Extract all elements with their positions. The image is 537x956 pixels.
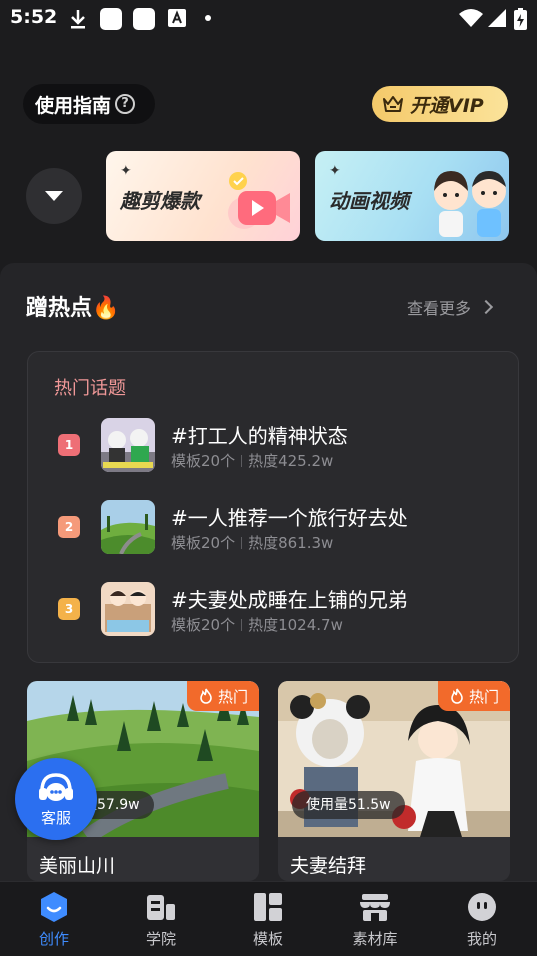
topic-template-count: 模板20个 — [171, 534, 236, 552]
topic-thumbnail — [101, 500, 155, 554]
tab-label: 学院 — [145, 930, 176, 948]
topic-heat: 热度1024.7w — [248, 616, 343, 634]
status-bar: 5:52 — [0, 0, 537, 36]
topic-name: #夫妻处成睡在上铺的兄弟 — [171, 588, 408, 612]
topic-template-count: 模板20个 — [171, 616, 236, 634]
template-icon — [254, 893, 282, 921]
notification-icon — [100, 8, 122, 30]
topic-heat: 热度861.3w — [248, 534, 334, 552]
usage-count: 使用量51.5w — [292, 791, 405, 819]
sparkle-icon: ✦ — [120, 163, 132, 179]
help-icon: ? — [115, 94, 136, 114]
topic-thumbnail — [101, 582, 155, 636]
fire-icon — [200, 688, 212, 704]
tab-profile[interactable]: 我的 — [442, 890, 522, 949]
app-icon — [168, 9, 186, 27]
cartoon-couple-icon — [434, 171, 506, 237]
topic-heat: 热度425.2w — [248, 452, 334, 470]
bottom-tab-bar: 创作 学院 模板 素材库 我的 — [0, 881, 537, 956]
create-icon — [41, 892, 67, 922]
hot-badge: 热门 — [187, 681, 259, 711]
more-notifications-icon — [205, 15, 211, 21]
headset-icon — [39, 772, 73, 801]
academy-icon — [147, 895, 175, 920]
tab-label: 创作 — [38, 930, 69, 948]
topic-meta: 模板20个 热度425.2w — [171, 450, 333, 471]
battery-icon — [514, 8, 527, 30]
tab-label: 模板 — [252, 930, 283, 948]
hot-topics-panel: 热门话题 1 #打工人的精神状态 模板20个 热度425.2w 2 #一人推荐一… — [27, 351, 519, 663]
sparkle-icon: ✦ — [329, 163, 341, 179]
topic-row[interactable]: 1 #打工人的精神状态 模板20个 热度425.2w — [28, 418, 518, 474]
crown-icon — [383, 96, 403, 112]
expand-button[interactable] — [26, 168, 82, 224]
tab-templates[interactable]: 模板 — [228, 890, 308, 949]
template-title: 美丽山川 — [39, 855, 116, 877]
template-title: 夫妻结拜 — [290, 855, 367, 877]
user-guide-label: 使用指南 — [35, 94, 112, 117]
rank-badge: 1 — [58, 434, 80, 456]
notification-icon — [133, 8, 155, 30]
hot-badge: 热门 — [438, 681, 510, 711]
customer-service-button[interactable]: 客服 — [15, 758, 97, 840]
divider — [241, 619, 243, 631]
topic-name: #打工人的精神状态 — [171, 424, 348, 448]
open-vip-button[interactable]: 开通VIP — [372, 86, 508, 122]
banner-title: 趣剪爆款 — [120, 189, 200, 213]
chevron-down-icon — [45, 191, 63, 201]
store-icon — [360, 894, 390, 921]
topic-meta: 模板20个 热度861.3w — [171, 532, 333, 553]
banner-title: 动画视频 — [329, 189, 409, 213]
tab-academy[interactable]: 学院 — [121, 890, 201, 949]
vip-label: 开通VIP — [410, 94, 484, 117]
divider — [241, 455, 243, 467]
template-card[interactable]: 热门 使用量51.5w 夫妻结拜 — [278, 681, 510, 881]
fire-icon — [451, 688, 463, 704]
wifi-icon — [459, 9, 483, 27]
customer-service-label: 客服 — [40, 808, 71, 827]
tab-label: 素材库 — [352, 930, 398, 948]
tab-material-library[interactable]: 素材库 — [335, 890, 415, 949]
user-guide-button[interactable]: 使用指南 ? — [23, 84, 155, 124]
hot-badge-label: 热门 — [468, 687, 499, 706]
see-more-label: 查看更多 — [407, 299, 472, 318]
see-more-link[interactable]: 查看更多 — [407, 295, 494, 319]
divider — [241, 537, 243, 549]
topic-template-count: 模板20个 — [171, 452, 236, 470]
hot-badge-label: 热门 — [217, 687, 248, 706]
rank-badge: 2 — [58, 516, 80, 538]
status-time: 5:52 — [10, 6, 58, 28]
topic-thumbnail — [101, 418, 155, 472]
signal-icon — [488, 9, 506, 27]
section-title-hot: 蹭热点🔥 — [26, 296, 120, 321]
chevron-right-icon — [478, 299, 494, 315]
profile-icon — [468, 893, 496, 921]
topic-row[interactable]: 2 #一人推荐一个旅行好去处 模板20个 热度861.3w — [28, 500, 518, 556]
topic-name: #一人推荐一个旅行好去处 — [171, 506, 408, 530]
banner-animation-video[interactable]: ✦ 动画视频 — [315, 151, 509, 241]
topic-row[interactable]: 3 #夫妻处成睡在上铺的兄弟 模板20个 热度1024.7w — [28, 582, 518, 638]
banner-trending-edit[interactable]: ✦ 趣剪爆款 — [106, 151, 300, 241]
rank-badge: 3 — [58, 598, 80, 620]
video-camera-icon — [228, 172, 290, 229]
tab-label: 我的 — [466, 930, 497, 948]
topic-meta: 模板20个 热度1024.7w — [171, 614, 343, 635]
hot-topics-title: 热门话题 — [54, 378, 126, 399]
tab-create[interactable]: 创作 — [14, 890, 94, 949]
download-icon — [71, 10, 85, 29]
